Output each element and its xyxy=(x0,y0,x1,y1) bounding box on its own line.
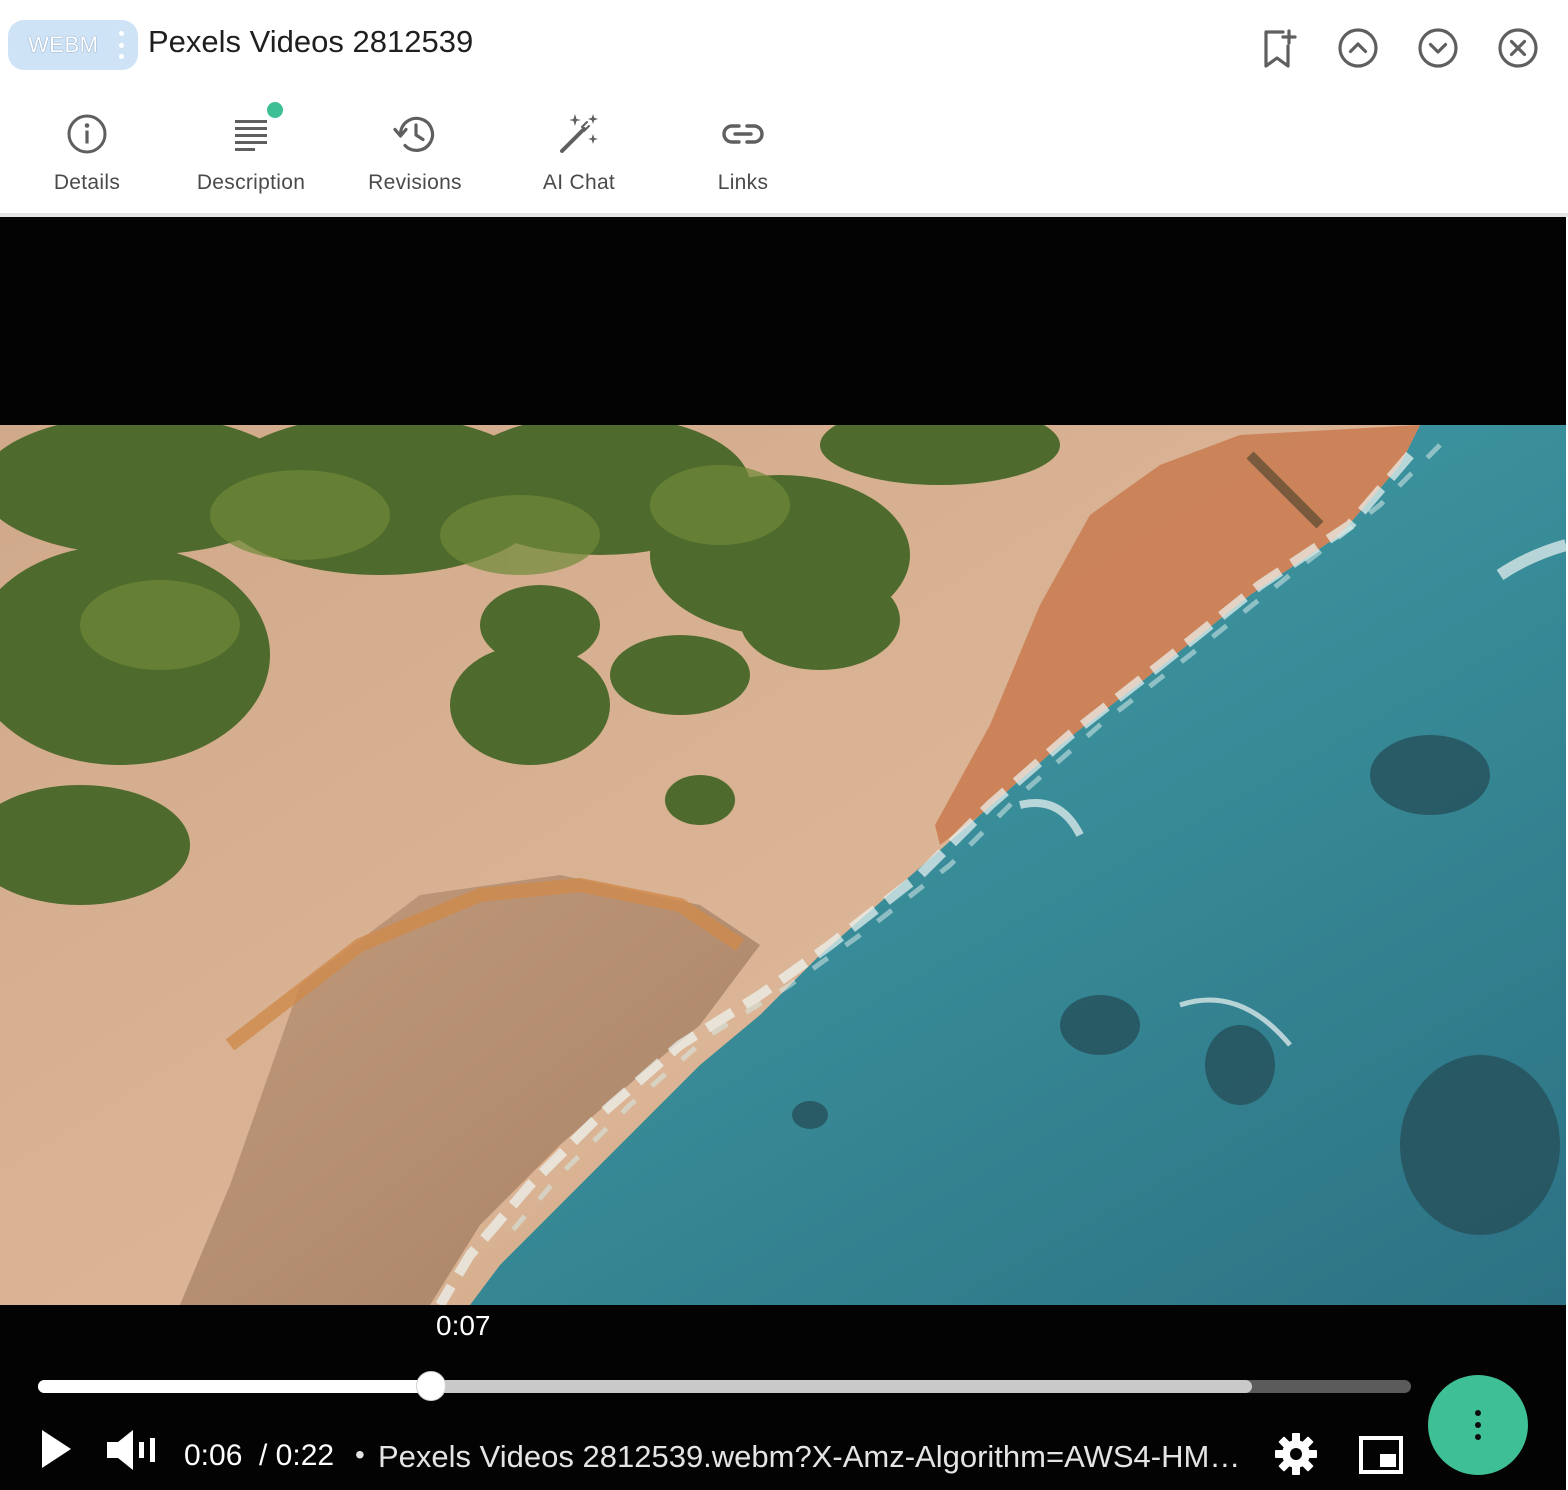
history-icon xyxy=(393,116,435,152)
mute-button[interactable] xyxy=(103,1427,161,1473)
settings-button[interactable] xyxy=(1272,1430,1320,1478)
video-frame-image xyxy=(0,425,1566,1305)
tab-revisions-label: Revisions xyxy=(368,171,462,194)
file-type-badge[interactable]: WEBM xyxy=(8,20,138,70)
video-player[interactable]: 0:07 0:06 / 0:22 • Pexels Videos 2812539… xyxy=(0,217,1566,1490)
volume-low-icon xyxy=(107,1430,155,1470)
tab-details[interactable]: Details xyxy=(12,100,162,210)
tab-details-label: Details xyxy=(53,171,121,194)
current-time: 0:06 xyxy=(184,1439,243,1472)
play-icon xyxy=(42,1430,71,1468)
link-icon xyxy=(722,124,764,144)
separator-dot: • xyxy=(355,1439,365,1470)
magic-wand-icon xyxy=(560,114,598,153)
bookmark-add-button[interactable] xyxy=(1258,26,1302,70)
tab-links[interactable]: Links xyxy=(668,100,818,210)
gear-icon xyxy=(1275,1433,1317,1475)
picture-in-picture-button[interactable] xyxy=(1356,1433,1406,1477)
tab-bar: Details Description Revisions AI Chat Li… xyxy=(0,100,1568,214)
info-icon xyxy=(67,114,107,154)
tab-description-label: Description xyxy=(196,171,306,194)
tab-ai-chat[interactable]: AI Chat xyxy=(504,100,654,210)
more-vert-icon xyxy=(1475,1410,1481,1440)
close-button[interactable] xyxy=(1496,26,1540,70)
played-bar xyxy=(38,1380,432,1393)
picture-in-picture-icon xyxy=(1359,1436,1403,1474)
badge-kebab-icon[interactable] xyxy=(118,31,124,59)
viewer-header: WEBM Pexels Videos 2812539 xyxy=(0,0,1568,92)
file-title: Pexels Videos 2812539 xyxy=(148,24,474,59)
file-type-label: WEBM xyxy=(28,32,99,57)
tab-links-label: Links xyxy=(717,171,769,194)
seek-bar[interactable] xyxy=(38,1371,1411,1401)
seek-thumb[interactable] xyxy=(416,1371,447,1401)
tab-revisions[interactable]: Revisions xyxy=(340,100,490,210)
bookmark-add-icon xyxy=(1264,29,1297,68)
notification-dot xyxy=(267,102,283,118)
tab-ai-chat-label: AI Chat xyxy=(542,171,616,194)
duration: / 0:22 xyxy=(259,1439,335,1472)
hover-time-tooltip: 0:07 xyxy=(436,1310,491,1341)
tab-description[interactable]: Description xyxy=(176,100,326,210)
chevron-down-circle-icon xyxy=(1418,28,1458,68)
chevron-up-circle-icon xyxy=(1338,28,1378,68)
more-options-button[interactable] xyxy=(1428,1375,1528,1475)
previous-item-button[interactable] xyxy=(1336,26,1380,70)
video-frame[interactable] xyxy=(0,425,1566,1305)
notes-icon xyxy=(235,120,267,151)
next-item-button[interactable] xyxy=(1416,26,1460,70)
play-button[interactable] xyxy=(30,1423,78,1475)
close-circle-icon xyxy=(1498,28,1538,68)
video-source-url: Pexels Videos 2812539.webm?X-Amz-Algorit… xyxy=(378,1439,1243,1474)
